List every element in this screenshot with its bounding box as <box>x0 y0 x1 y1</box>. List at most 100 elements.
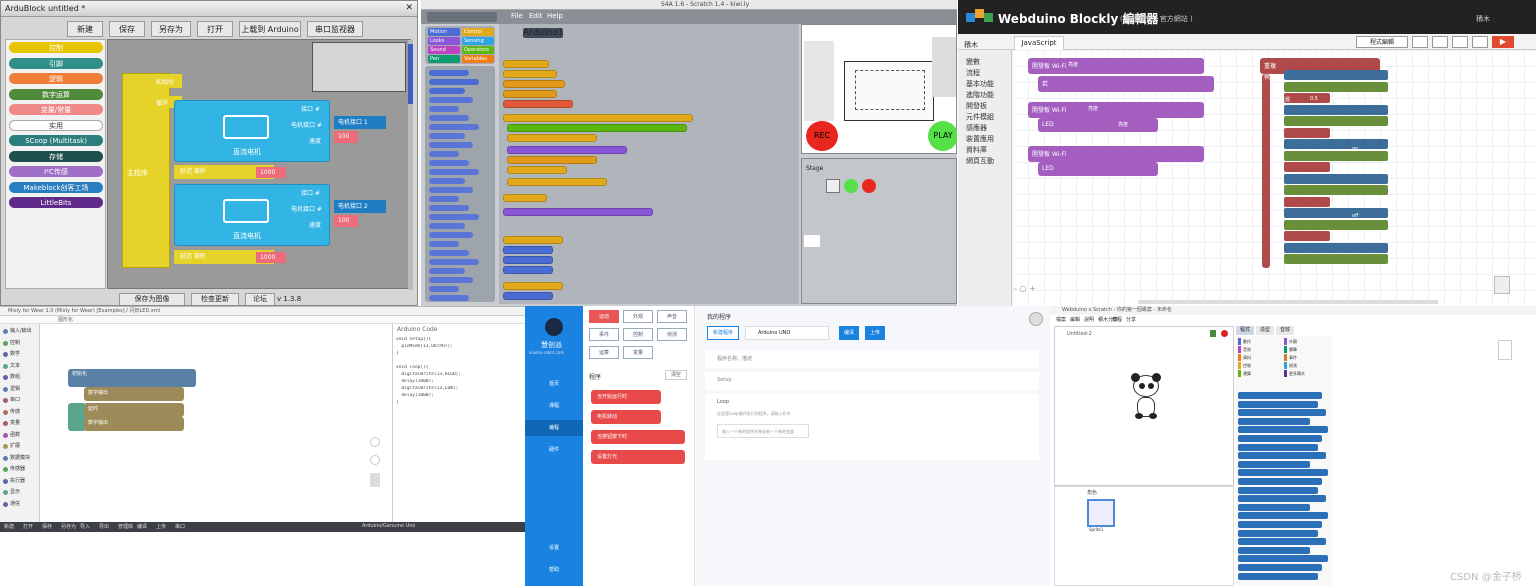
script-block[interactable] <box>503 208 653 216</box>
category-7[interactable]: 存储 <box>9 150 103 162</box>
menu-help[interactable]: Help <box>547 12 563 20</box>
toolbox-item-0[interactable]: 積木 <box>964 40 978 50</box>
mind-block-3[interactable]: 设置灯光 <box>591 450 685 464</box>
menu-5[interactable]: 分享 <box>1126 316 1136 323</box>
upload-button[interactable]: 上传 <box>865 326 885 340</box>
bottom-button-8[interactable]: 上传 <box>156 523 166 530</box>
palette-btn-7[interactable]: 变量 <box>623 346 653 359</box>
script-block[interactable] <box>503 292 553 300</box>
palette-block[interactable] <box>1238 392 1322 399</box>
panda-sprite[interactable] <box>1129 373 1163 419</box>
palette-block[interactable] <box>429 133 465 139</box>
palette-block[interactable] <box>429 151 459 157</box>
palette-block[interactable] <box>429 142 473 148</box>
palette-block[interactable] <box>1238 572 1318 580</box>
accordion-info[interactable]: 程序名称、描述 <box>705 350 1039 368</box>
toolbox-item-12[interactable]: 传感器 <box>10 465 25 472</box>
category-1[interactable]: 引脚 <box>9 57 103 69</box>
category-3[interactable]: 畫筆 <box>1284 346 1328 353</box>
palette-block[interactable] <box>429 178 465 184</box>
palette-btn-1[interactable]: 外观 <box>623 310 653 323</box>
mixly-block[interactable] <box>68 369 196 387</box>
category-7[interactable]: 偵測 <box>1284 362 1328 369</box>
palette-block[interactable] <box>429 223 465 229</box>
h-scrollbar[interactable] <box>1138 300 1438 304</box>
block-canvas[interactable]: 主程序 初始化 循环 直流电机 接口 # 电机接口 # 速度 电机接口 1 10… <box>107 39 413 290</box>
category-3[interactable]: 数字运算 <box>9 88 103 100</box>
tab-1[interactable]: 造型 <box>1256 326 1274 335</box>
palette-btn-3[interactable]: 事件 <box>589 328 619 341</box>
toolbox-item-9[interactable]: 函数 <box>10 431 20 438</box>
toolbar-button-5[interactable]: 串口监视器 <box>307 21 363 37</box>
toolbox-item-11[interactable]: 数据模块 <box>10 454 30 461</box>
toolbox-item-3[interactable]: 文本 <box>10 362 20 369</box>
script-block[interactable] <box>503 90 557 98</box>
category-sound[interactable]: Sound <box>428 46 460 54</box>
palette-block[interactable] <box>429 88 465 94</box>
script-block[interactable] <box>503 70 557 78</box>
clear-icon[interactable] <box>1432 36 1448 48</box>
bottom-button-6[interactable]: 管理库 <box>118 523 133 530</box>
bottom-button-9[interactable]: 串口 <box>175 523 185 530</box>
bottom-button-7[interactable]: 编译 <box>137 523 147 530</box>
toolbox-item-8[interactable]: 变量 <box>10 419 20 426</box>
palette-block[interactable] <box>429 169 479 175</box>
palette-block[interactable] <box>1238 486 1318 494</box>
scrollbar[interactable] <box>408 40 413 290</box>
rec-thumb[interactable] <box>862 179 876 193</box>
bottom-button-2[interactable]: 保存 <box>42 523 52 530</box>
zoom-out-icon[interactable] <box>370 455 380 465</box>
wd-loop-block[interactable] <box>1284 150 1388 161</box>
palette-block[interactable] <box>429 295 469 301</box>
accordion-loop[interactable]: Loop 这里是Loop循环执行的程序，请拖入积木 输入一个新的程序名称或者一个… <box>705 394 1039 460</box>
toolbar-button-2[interactable]: 另存为 <box>151 21 191 37</box>
dc-motor-block-1[interactable]: 直流电机 接口 # 电机接口 # 速度 <box>174 100 330 162</box>
script-block[interactable] <box>507 156 597 164</box>
wd-loop-block[interactable] <box>1284 139 1388 149</box>
category-operators[interactable]: Operators <box>462 46 494 54</box>
palette-block[interactable] <box>1238 426 1328 434</box>
stage[interactable]: Untitled-2 <box>1054 326 1234 486</box>
category-0[interactable]: 動作 <box>1238 338 1282 345</box>
palette-block[interactable] <box>429 106 459 112</box>
palette-block[interactable] <box>429 268 465 274</box>
script-block[interactable] <box>503 114 693 122</box>
category-variables[interactable]: Variables <box>462 55 494 63</box>
sprite-thumb[interactable] <box>826 179 840 193</box>
palette-block[interactable] <box>429 70 469 76</box>
wd-loop-block[interactable] <box>1284 173 1388 184</box>
category-sensing[interactable]: Sensing <box>462 37 494 45</box>
menu-1[interactable]: 編輯 <box>1070 316 1080 323</box>
palette-block[interactable] <box>1238 417 1310 425</box>
palette-block[interactable] <box>429 97 473 103</box>
delay-2-value[interactable]: 1000 <box>256 252 286 263</box>
palette-block[interactable] <box>429 232 473 238</box>
toolbox-item-6[interactable]: 元件模組 <box>966 112 994 122</box>
script-block[interactable] <box>503 194 547 202</box>
wd-block[interactable] <box>1038 162 1158 176</box>
tab-0[interactable]: 程式 <box>1236 326 1254 335</box>
palette-block[interactable] <box>429 115 469 121</box>
wd-loop-block[interactable] <box>1284 70 1388 80</box>
edit-code-button[interactable]: 程式編輯 <box>1356 36 1408 48</box>
category-2[interactable]: 音效 <box>1238 346 1282 353</box>
tab-2[interactable]: 音效 <box>1276 326 1294 335</box>
toolbox-item-1[interactable]: 變數 <box>966 57 980 67</box>
palette-block[interactable] <box>1238 452 1326 460</box>
compile-button[interactable]: 编译 <box>839 326 859 340</box>
motor-2-speed-value[interactable]: 100 <box>334 215 358 227</box>
tab-graphical[interactable]: 图形化 <box>58 316 73 323</box>
toolbar-button-1[interactable]: 保存 <box>109 21 145 37</box>
program-name-input[interactable]: 输入一个新的程序名称或者一个新的变量 <box>717 424 809 438</box>
wd-block[interactable] <box>1038 76 1214 92</box>
toolbox-item-10[interactable]: 扩展 <box>10 442 20 449</box>
mind-block-1[interactable]: 电机转动 <box>591 410 661 424</box>
trash-can-icon[interactable] <box>1494 276 1510 294</box>
category-5[interactable]: 事件 <box>1284 354 1328 361</box>
palette-block[interactable] <box>429 286 459 292</box>
script-block[interactable] <box>503 236 563 244</box>
toolbox-item-3[interactable]: 基本功能 <box>966 79 994 89</box>
script-block[interactable] <box>503 266 553 274</box>
category-6[interactable]: SCoop (Multitask) <box>9 135 103 146</box>
toolbox-item-8[interactable]: 裝置應用 <box>966 134 994 144</box>
